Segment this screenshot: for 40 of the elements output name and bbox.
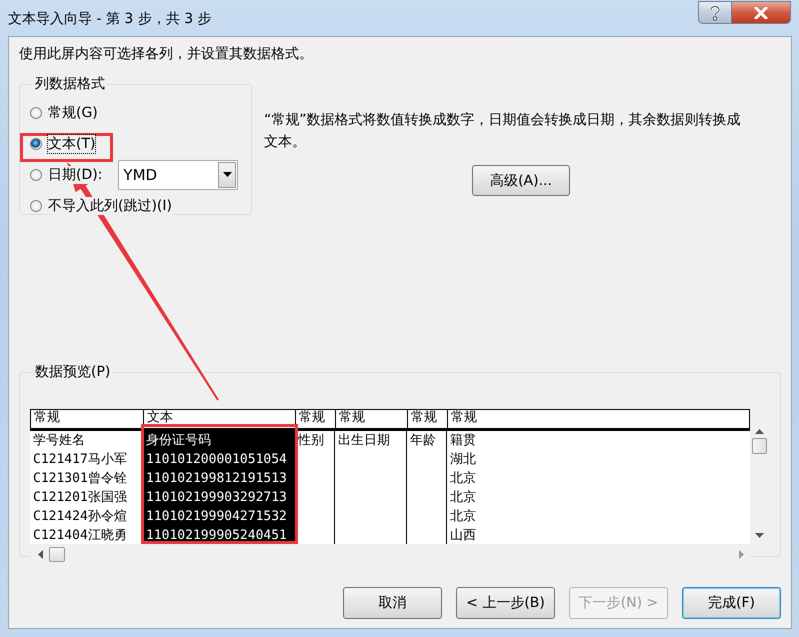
scroll-up-icon[interactable] xyxy=(755,429,764,434)
table-cell: 性别 xyxy=(294,431,334,450)
column-header[interactable]: 常规 xyxy=(447,410,749,428)
advanced-button[interactable]: 高级(A)... xyxy=(472,165,570,196)
column-header[interactable]: 常规 xyxy=(295,410,335,428)
table-cell: 110102199812191513 xyxy=(142,469,294,488)
group-label: 列数据格式 xyxy=(34,75,106,93)
dropdown-arrow-icon xyxy=(222,172,232,177)
table-cell-text: C121417马小军 xyxy=(32,451,128,469)
column-header[interactable]: 文本 xyxy=(143,410,295,428)
table-cell-text: C121404江晓勇 xyxy=(32,527,128,544)
table-cell: 出生日期 xyxy=(334,431,406,450)
table-cell-text: C121201张国强 xyxy=(32,489,128,507)
table-cell: 110101200001051054 xyxy=(142,450,294,469)
window-title: 文本导入向导 - 第 3 步，共 3 步 xyxy=(8,10,213,28)
close-button[interactable] xyxy=(732,1,791,24)
dialog-button[interactable]: < 上一步(B) xyxy=(456,587,555,619)
table-cell: 身份证号码 xyxy=(142,431,294,450)
table-cell: 110102199903292713 xyxy=(142,488,294,507)
description-text: “常规”数据格式将数值转换成数字，日期值会转换成日期，其余数据则转换成文本。 xyxy=(264,111,742,152)
help-icon xyxy=(709,4,721,20)
column-header[interactable]: 常规 xyxy=(335,410,407,428)
table-cell: 110102199904271532 xyxy=(142,507,294,526)
scroll-thumb[interactable] xyxy=(752,438,767,454)
instruction-text: 使用此屏内容可选择各列，并设置其数据格式。 xyxy=(19,45,314,63)
group-label: 数据预览(P) xyxy=(34,363,112,381)
scroll-down-icon[interactable] xyxy=(755,533,764,538)
dialog-button[interactable]: 取消 xyxy=(343,587,442,619)
table-cell-text: 学号姓名 xyxy=(32,432,86,450)
table-cell-text: C121424孙令煊 xyxy=(32,508,128,526)
scroll-left-icon[interactable] xyxy=(38,550,43,558)
close-icon xyxy=(754,6,768,18)
scroll-thumb[interactable] xyxy=(49,546,65,562)
column-header[interactable]: 常规 xyxy=(31,410,143,428)
table-cell-text: C121301曾令铨 xyxy=(32,470,128,488)
dialog-button[interactable]: 完成(F) xyxy=(682,587,781,619)
dropdown[interactable]: YMD xyxy=(118,160,238,190)
table-cell: 年龄 xyxy=(406,431,446,450)
column-header[interactable]: 常规 xyxy=(407,410,447,428)
help-button[interactable] xyxy=(698,1,732,24)
